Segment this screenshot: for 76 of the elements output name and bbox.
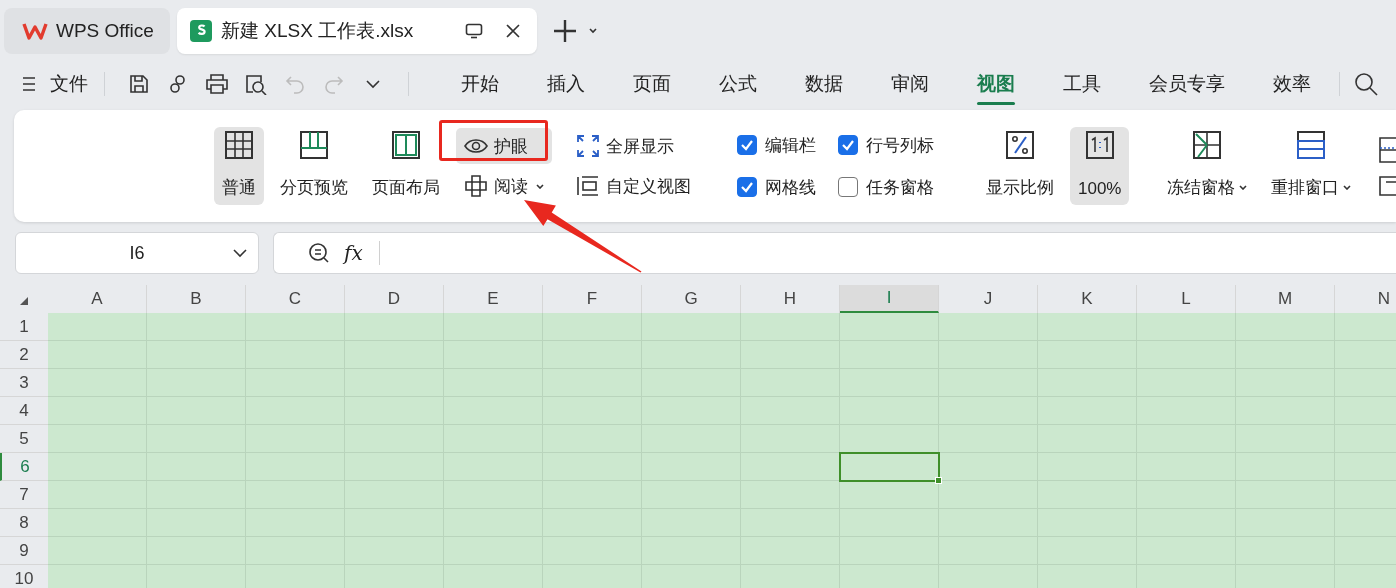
arrange-windows-icon xyxy=(1295,129,1328,161)
spreadsheet-icon xyxy=(189,19,213,43)
row-header[interactable]: 3 xyxy=(0,369,48,397)
formula-bar[interactable]: fx xyxy=(273,232,1396,274)
checkbox-label: 网格线 xyxy=(765,176,816,199)
name-box[interactable]: I6 xyxy=(15,232,259,274)
check-icon xyxy=(740,181,754,193)
ribbon-tab[interactable]: 会员专享 xyxy=(1125,62,1249,106)
eye-icon xyxy=(464,136,488,156)
printer-icon[interactable] xyxy=(204,73,229,95)
file-menu[interactable]: 文件 xyxy=(50,71,88,97)
ribbon-tab[interactable]: 开始 xyxy=(437,62,523,106)
search-icon[interactable] xyxy=(1354,72,1378,96)
ribbon-button[interactable]: 全屏显示 xyxy=(568,128,699,164)
row-header[interactable]: 6 xyxy=(0,453,48,481)
chevron-icon xyxy=(232,248,248,258)
page-break-icon xyxy=(298,129,330,161)
row-header[interactable]: 4 xyxy=(0,397,48,425)
page-layout-icon xyxy=(390,129,422,161)
checkbox-label: 行号列标 xyxy=(866,134,934,157)
monitor-icon[interactable] xyxy=(465,23,483,39)
menu-icon[interactable] xyxy=(22,76,36,92)
checkbox[interactable] xyxy=(737,135,757,155)
caret-icon[interactable] xyxy=(589,28,599,34)
print-preview-icon[interactable] xyxy=(243,73,268,95)
row-header[interactable]: 1 xyxy=(0,313,48,341)
checkbox[interactable] xyxy=(737,177,757,197)
caret-icon[interactable] xyxy=(364,79,381,89)
percent-icon xyxy=(1004,129,1036,161)
save-icon[interactable] xyxy=(127,73,150,95)
ribbon-tab[interactable]: 工具 xyxy=(1039,62,1125,106)
checkbox[interactable] xyxy=(838,177,858,197)
checkbox-label: 任务窗格 xyxy=(866,176,934,199)
cell-grid[interactable] xyxy=(48,313,1396,588)
freeze-panes-icon xyxy=(1191,129,1224,161)
ribbon-button[interactable]: 重排窗口 xyxy=(1263,127,1360,205)
ribbon-tab[interactable]: 数据 xyxy=(781,62,867,106)
ribbon-button[interactable]: 自定义视图 xyxy=(568,168,699,204)
row-header[interactable]: 8 xyxy=(0,509,48,537)
row-header[interactable]: 7 xyxy=(0,481,48,509)
ribbon-tab[interactable]: 效率 xyxy=(1249,62,1335,106)
function-button[interactable]: fx xyxy=(344,241,363,265)
close-icon[interactable] xyxy=(505,23,521,39)
column-header[interactable]: I xyxy=(840,285,939,313)
zoom-out-icon[interactable] xyxy=(308,242,330,264)
one-to-one-icon xyxy=(1083,129,1116,161)
grid-icon xyxy=(223,129,255,161)
ribbon-button[interactable]: 分页预览 xyxy=(272,127,356,205)
app-tab[interactable]: 新建 XLSX 工作表.xlsx xyxy=(177,8,537,54)
ribbon-button[interactable]: 普通 xyxy=(214,127,264,205)
checkbox[interactable] xyxy=(838,135,858,155)
ribbon-tab[interactable]: 插入 xyxy=(523,62,609,106)
fullscreen-icon xyxy=(576,134,600,158)
ribbon-button[interactable]: 阅读 xyxy=(456,168,552,204)
cross-frame-icon xyxy=(464,174,488,198)
ribbon-tab[interactable]: 公式 xyxy=(695,62,781,106)
check-icon xyxy=(740,139,754,151)
ribbon-tab[interactable]: 视图 xyxy=(953,62,1039,106)
corner-triangle-icon[interactable] xyxy=(20,297,28,305)
checkbox-label: 编辑栏 xyxy=(765,134,816,157)
ribbon-button[interactable]: 页面布局 xyxy=(364,127,448,205)
w-logo-icon xyxy=(22,21,48,41)
ribbon-tab[interactable]: 审阅 xyxy=(867,62,953,106)
check-icon xyxy=(841,139,855,151)
ribbon-button[interactable]: 显示比例 xyxy=(978,127,1062,205)
row-header[interactable]: 9 xyxy=(0,537,48,565)
app-tab[interactable]: WPS Office xyxy=(4,8,170,54)
ribbon-button[interactable]: 100% xyxy=(1070,127,1130,205)
custom-view-icon xyxy=(576,174,600,198)
selected-cell[interactable] xyxy=(839,452,940,482)
row-header[interactable]: 2 xyxy=(0,341,48,369)
ribbon-tab[interactable]: 页面 xyxy=(609,62,695,106)
row-header[interactable]: 10 xyxy=(0,565,48,588)
row-header[interactable]: 5 xyxy=(0,425,48,453)
plus-icon[interactable] xyxy=(553,19,577,43)
ribbon-button[interactable]: 冻结窗格 xyxy=(1159,127,1256,205)
